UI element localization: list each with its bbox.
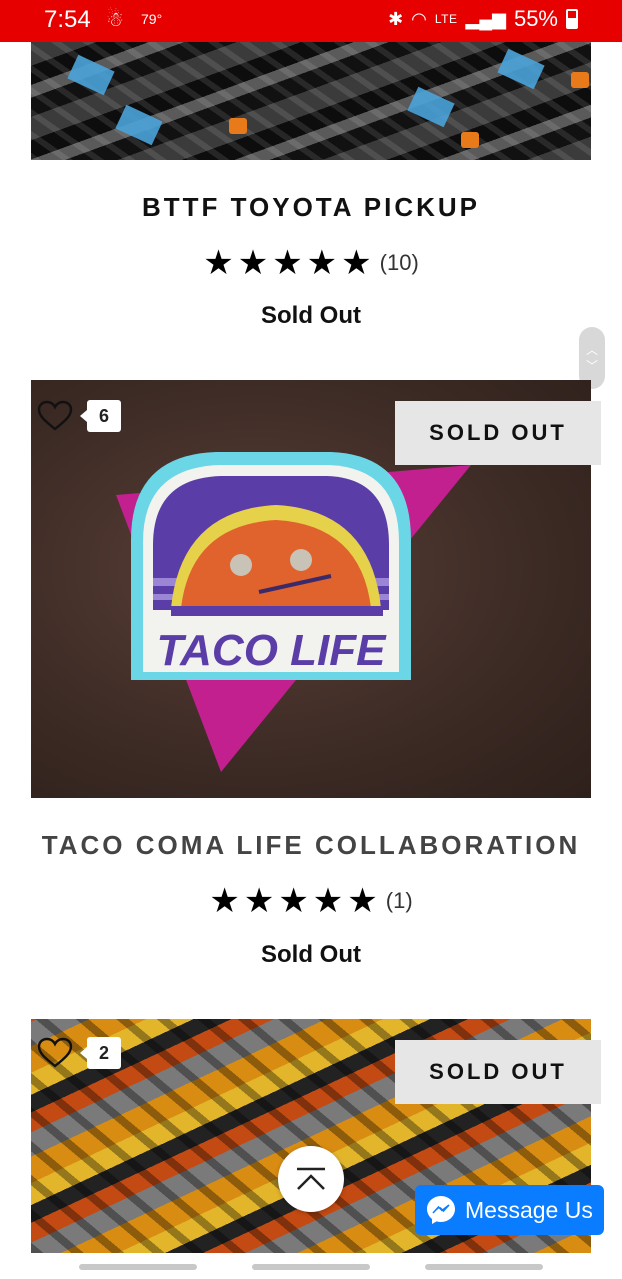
- battery-icon: [566, 9, 578, 29]
- review-count: (1): [385, 888, 413, 913]
- star-icon: ★: [209, 881, 240, 921]
- messenger-icon: [427, 1196, 455, 1224]
- sold-out-badge: SOLD OUT: [395, 401, 601, 465]
- star-icon: ★: [312, 881, 344, 921]
- star-icon: ★: [341, 243, 372, 283]
- product-title[interactable]: TACO COMA LIFE COLLABORATION: [0, 830, 622, 861]
- wishlist-count: 2: [80, 1037, 121, 1069]
- bottom-nav-bar: [0, 1262, 622, 1279]
- heart-icon[interactable]: [37, 400, 73, 432]
- nav-pill: [79, 1264, 197, 1270]
- star-icon: ★: [278, 881, 309, 921]
- wishlist-count: 6: [80, 400, 121, 432]
- chevron-up-icon: ︿: [585, 343, 598, 357]
- patch-text: TACO LIFE: [157, 626, 388, 675]
- bluetooth-icon: ✱: [388, 8, 404, 29]
- network-type: LTE: [434, 12, 458, 26]
- product-status: Sold Out: [261, 302, 361, 329]
- star-icon: ★: [237, 243, 269, 283]
- status-time: 7:54: [44, 6, 91, 33]
- star-icon: ★: [272, 243, 303, 283]
- heart-icon[interactable]: [37, 1037, 73, 1069]
- message-us-button[interactable]: Message Us: [415, 1185, 604, 1235]
- nav-pill: [252, 1264, 370, 1270]
- message-us-label: Message Us: [465, 1196, 593, 1223]
- product-title[interactable]: BTTF TOYOTA PICKUP: [0, 192, 622, 223]
- product-status: Sold Out: [261, 941, 361, 968]
- chevron-up-icon: [297, 1167, 325, 1190]
- star-icon: ★: [347, 881, 378, 921]
- product-image-bttf[interactable]: [31, 42, 591, 160]
- sold-out-badge: SOLD OUT: [395, 1040, 601, 1104]
- product-rating: ★ ★ ★ ★ ★ (1): [0, 884, 622, 918]
- snowman-icon: ☃: [106, 9, 124, 31]
- wishlist-toggle[interactable]: 6: [37, 400, 121, 432]
- battery-percent: 55%: [513, 6, 558, 31]
- star-icon: ★: [203, 243, 234, 283]
- status-temperature: 79°: [141, 11, 163, 27]
- scroll-to-top-button[interactable]: [278, 1146, 344, 1212]
- review-count: (10): [379, 250, 419, 275]
- product-rating: ★ ★ ★ ★ ★ (10): [0, 246, 622, 280]
- signal-icon: ▂▄▆: [465, 8, 506, 29]
- wifi-icon: ◠: [411, 8, 427, 29]
- wishlist-toggle[interactable]: 2: [37, 1037, 121, 1069]
- nav-pill: [425, 1264, 543, 1270]
- star-icon: ★: [243, 881, 275, 921]
- status-bar: 7:54 ☃ 79° ✱ ◠ LTE ▂▄▆ 55%: [0, 0, 622, 42]
- status-right-group: ✱ ◠ LTE ▂▄▆ 55%: [388, 6, 578, 32]
- star-icon: ★: [306, 243, 338, 283]
- chevron-down-icon: ﹀: [585, 359, 598, 373]
